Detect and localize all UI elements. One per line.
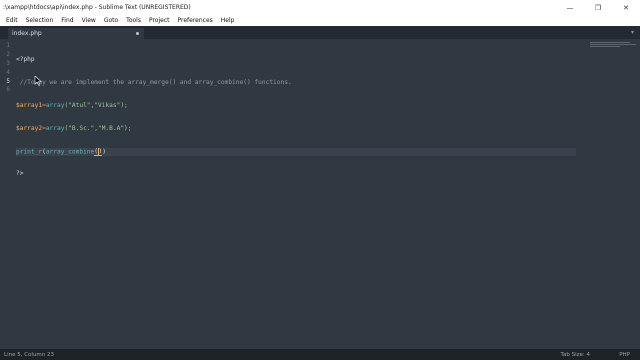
minimize-button[interactable]: — [556, 0, 584, 15]
code-line-4: $array2=array("B.Sc.","M.B.A"); [16, 125, 576, 134]
line-number: 2 [6, 50, 10, 58]
code-text[interactable]: <?php //Today we are implement the array… [16, 42, 576, 193]
function-array: array [45, 101, 65, 109]
code-line-3: $array1=array("Atul","Vikas"); [16, 102, 576, 111]
function-array-combine: array_combine [45, 148, 95, 156]
unsaved-dot-icon[interactable] [136, 32, 139, 35]
menu-tools[interactable]: Tools [122, 17, 145, 24]
array1-arguments: ("Atul","Vikas"); [64, 101, 128, 109]
line-number-current: 5 [6, 77, 10, 85]
menu-selection[interactable]: Selection [22, 17, 58, 24]
restore-button[interactable]: ❐ [584, 0, 612, 15]
variable-array2: $array2 [16, 124, 43, 132]
line-number-gutter: 1 2 3 4 5 6 [0, 42, 12, 95]
variable-array1: $array1 [16, 101, 43, 109]
function-array: array [45, 124, 65, 132]
php-open-tag: <?php [16, 56, 35, 63]
close-paren: ) [102, 148, 106, 156]
line-number: 6 [6, 86, 10, 94]
menu-find[interactable]: Find [57, 17, 77, 24]
code-line-6: ?> [16, 170, 576, 179]
title-bar: :\xampp\htdocs\api\index.php - Sublime T… [0, 0, 640, 15]
code-line-2: //Today we are implement the array_merge… [16, 79, 576, 88]
minimap-line [590, 42, 630, 43]
menu-preferences[interactable]: Preferences [173, 17, 216, 24]
array2-arguments: ("B.Sc.","M.B.A"); [64, 124, 132, 132]
menu-view[interactable]: View [78, 17, 100, 24]
line-number: 3 [6, 59, 10, 67]
syntax-selector[interactable]: PHP [619, 352, 630, 358]
tab-bar: index.php ▾ [0, 26, 640, 39]
menu-help[interactable]: Help [217, 17, 239, 24]
window-title: :\xampp\htdocs\api\index.php - Sublime T… [3, 4, 191, 11]
line-number: 1 [6, 42, 10, 49]
tab-label: index.php [12, 30, 42, 37]
close-button[interactable]: ✕ [612, 0, 640, 15]
status-bar: Line 5, Column 23 Tab Size: 4 PHP [0, 349, 640, 360]
minimap-line [590, 46, 620, 47]
code-comment: //Today we are implement the array_merge… [16, 78, 292, 86]
tab-index-php[interactable]: index.php [8, 28, 144, 39]
function-print-r: print_r [16, 148, 43, 156]
code-line-5-current: print_r(array_combine()) [16, 147, 576, 157]
menu-edit[interactable]: Edit [2, 17, 22, 24]
tab-size-selector[interactable]: Tab Size: 4 [561, 352, 590, 358]
php-close-tag: ?> [16, 170, 24, 178]
window-controls: — ❐ ✕ [556, 0, 640, 15]
minimap[interactable] [590, 42, 636, 50]
mouse-pointer-icon [34, 76, 42, 86]
code-line-1: <?php [16, 56, 576, 65]
menu-goto[interactable]: Goto [100, 17, 122, 24]
menu-bar: Edit Selection Find View Goto Tools Proj… [0, 15, 640, 26]
line-number: 4 [6, 68, 10, 76]
tab-dropdown-icon[interactable]: ▾ [631, 29, 634, 36]
minimap-line [590, 44, 636, 45]
menu-project[interactable]: Project [145, 17, 174, 24]
cursor-position: Line 5, Column 23 [4, 351, 55, 358]
editor-area[interactable]: 1 2 3 4 5 6 <?php //Today we are impleme… [0, 39, 640, 349]
